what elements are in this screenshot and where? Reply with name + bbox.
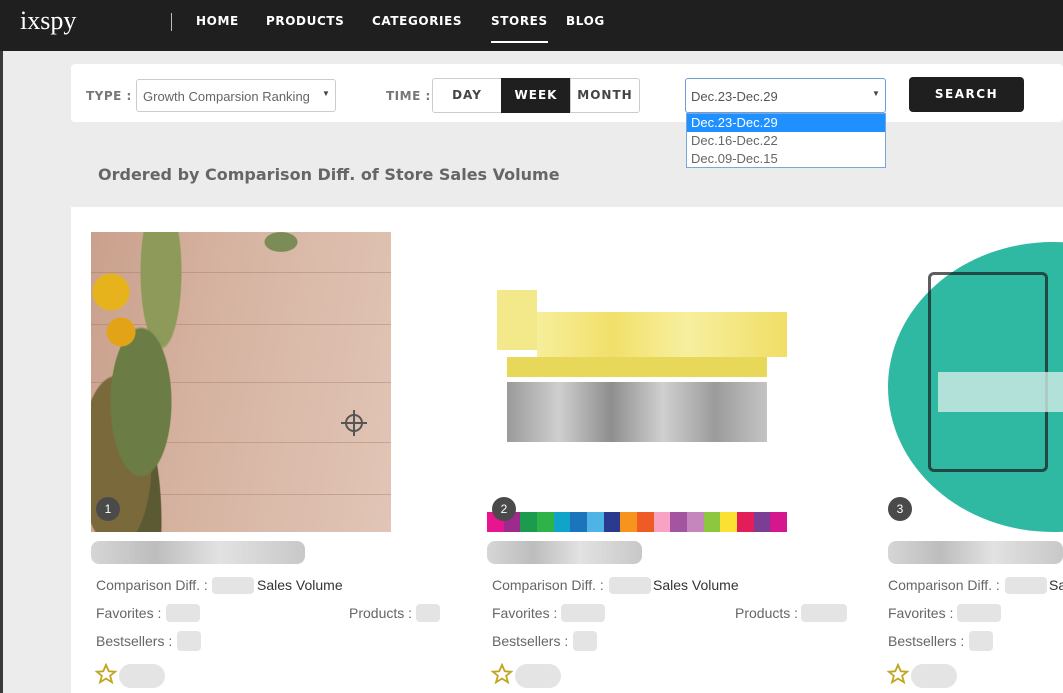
section-title: Ordered by Comparison Diff. of Store Sal… <box>98 165 560 184</box>
favorites-label: Favorites : <box>96 605 162 621</box>
time-week-button[interactable]: WEEK <box>501 78 571 113</box>
type-label: TYPE : <box>86 89 132 103</box>
comparison-unit: Sales Volume <box>653 577 739 593</box>
redacted-value <box>969 631 993 651</box>
search-button[interactable]: SEARCH <box>909 77 1024 112</box>
type-select-value: Growth Comparsion Ranking <box>143 89 310 104</box>
time-day-button[interactable]: DAY <box>432 78 502 113</box>
date-range-select[interactable]: Dec.23-Dec.29 <box>685 78 886 113</box>
nav-home[interactable]: HOME <box>196 14 239 28</box>
comparison-diff-label: Comparison Diff. : <box>492 577 604 593</box>
bestsellers-label: Bestsellers : <box>492 633 569 649</box>
caret-down-icon: ▼ <box>322 89 330 98</box>
nav-blog[interactable]: BLOG <box>566 14 605 28</box>
nav-products[interactable]: PRODUCTS <box>266 14 344 28</box>
redacted-value <box>609 577 651 594</box>
bestsellers-label: Bestsellers : <box>96 633 173 649</box>
redacted-value <box>166 604 200 622</box>
caret-down-icon: ▼ <box>872 89 880 98</box>
comparison-diff-label: Comparison Diff. : <box>888 577 1000 593</box>
date-option[interactable]: Dec.23-Dec.29 <box>687 114 885 132</box>
redacted-value <box>515 664 561 688</box>
rank-badge: 2 <box>492 497 516 521</box>
redacted-value <box>911 664 957 688</box>
store-image[interactable] <box>487 232 787 532</box>
comparison-unit: Sales Volume <box>257 577 343 593</box>
redacted-value <box>561 604 605 622</box>
nav-stores[interactable]: STORES <box>491 14 548 43</box>
redacted-value <box>801 604 847 622</box>
nav-divider <box>171 13 172 31</box>
crosshair-icon <box>341 410 367 436</box>
redacted-value <box>957 604 1001 622</box>
products-label: Products : <box>735 605 799 621</box>
products-label: Products : <box>349 605 413 621</box>
bestsellers-label: Bestsellers : <box>888 633 965 649</box>
time-month-button[interactable]: MONTH <box>570 78 640 113</box>
date-range-value: Dec.23-Dec.29 <box>691 89 778 104</box>
redacted-value <box>177 631 201 651</box>
type-select[interactable]: Growth Comparsion Ranking <box>136 79 336 112</box>
window-edge <box>0 51 3 693</box>
date-range-dropdown: Dec.23-Dec.29 Dec.16-Dec.22 Dec.09-Dec.1… <box>686 113 886 168</box>
redacted-value <box>119 664 165 688</box>
store-image[interactable] <box>91 232 391 532</box>
time-label: TIME : <box>386 89 431 103</box>
store-name-redacted[interactable] <box>91 541 305 564</box>
rank-badge: 1 <box>96 497 120 521</box>
star-outline-icon[interactable] <box>887 663 909 685</box>
star-outline-icon[interactable] <box>491 663 513 685</box>
redacted-value <box>212 577 254 594</box>
nav-categories[interactable]: CATEGORIES <box>372 14 462 28</box>
date-option[interactable]: Dec.09-Dec.15 <box>687 150 885 168</box>
top-nav-bar: ixspy HOME PRODUCTS CATEGORIES STORES BL… <box>0 0 1063 51</box>
store-name-redacted[interactable] <box>888 541 1063 564</box>
store-name-redacted[interactable] <box>487 541 642 564</box>
redacted-value <box>416 604 440 622</box>
color-stripes <box>487 512 787 532</box>
favorites-label: Favorites : <box>492 605 558 621</box>
rank-badge: 3 <box>888 497 912 521</box>
logo[interactable]: ixspy <box>20 6 76 36</box>
comparison-unit: Sa <box>1049 577 1063 593</box>
comparison-diff-label: Comparison Diff. : <box>96 577 208 593</box>
date-option[interactable]: Dec.16-Dec.22 <box>687 132 885 150</box>
redacted-value <box>1005 577 1047 594</box>
favorites-label: Favorites : <box>888 605 954 621</box>
redacted-value <box>573 631 597 651</box>
store-image[interactable] <box>888 232 1063 532</box>
star-outline-icon[interactable] <box>95 663 117 685</box>
